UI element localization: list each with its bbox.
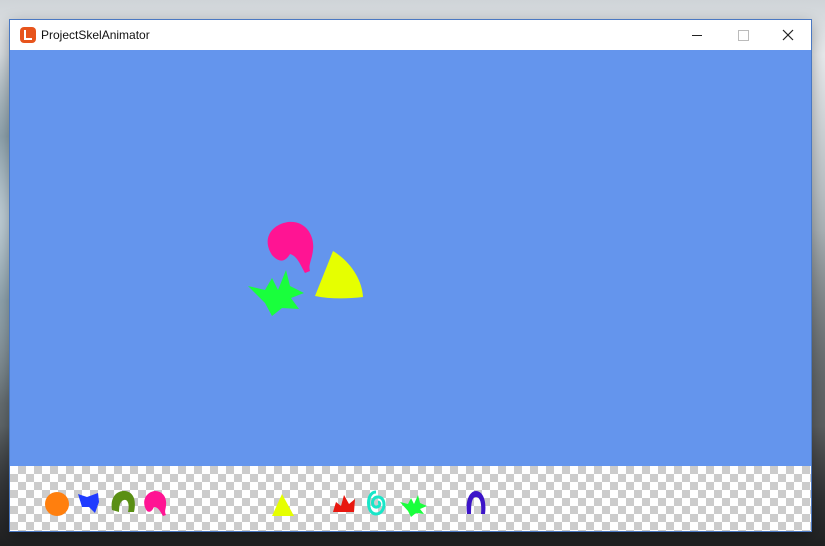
yellow-triangle-sprite[interactable] (272, 494, 294, 516)
olive-arch-sprite[interactable] (111, 491, 135, 512)
green-spiky-sprite[interactable] (400, 495, 427, 517)
cyan-spiral-sprite (367, 490, 386, 516)
sprite-sheet-canvas (45, 490, 486, 517)
sprite-sheet-strip[interactable] (10, 466, 811, 531)
animation-viewport[interactable] (10, 50, 811, 466)
minimize-icon (692, 34, 702, 36)
magenta-head-part[interactable] (267, 221, 314, 273)
close-button[interactable] (765, 20, 811, 50)
orange-circle-sprite[interactable] (45, 492, 69, 516)
app-window: ProjectSkelAnimator (10, 20, 811, 531)
blue-arrow-sprite[interactable] (78, 493, 99, 513)
yellow-triangle-part[interactable] (315, 251, 363, 299)
monogame-icon (20, 27, 36, 43)
window-title: ProjectSkelAnimator (41, 28, 150, 42)
maximize-button[interactable] (720, 20, 766, 50)
magenta-head-sprite[interactable] (144, 491, 167, 516)
title-bar[interactable]: ProjectSkelAnimator (10, 20, 811, 50)
close-icon (782, 29, 794, 41)
indigo-arch-sprite[interactable] (466, 491, 486, 514)
viewport-canvas (248, 221, 363, 316)
red-crown-sprite[interactable] (333, 495, 355, 512)
maximize-icon (737, 29, 749, 41)
minimize-button[interactable] (674, 20, 720, 50)
green-spiky-part[interactable] (248, 270, 304, 316)
